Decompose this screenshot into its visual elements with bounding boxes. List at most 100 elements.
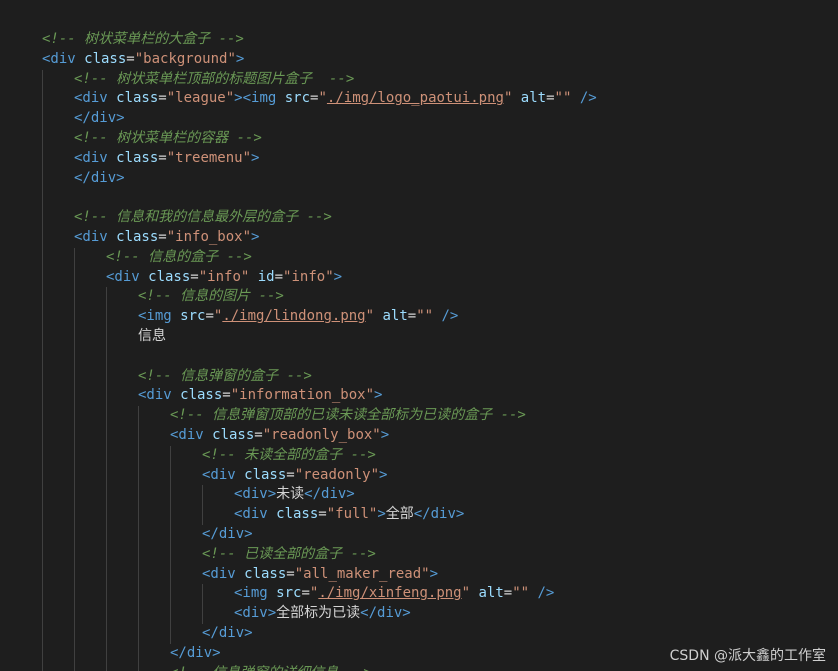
code-token: = — [158, 229, 167, 245]
code-token: <div> — [234, 486, 277, 503]
code-line[interactable]: <img src="./img/lindong.png" alt="" /> — [138, 307, 458, 327]
code-token: "treemenu" — [166, 149, 252, 166]
code-token: class — [203, 427, 255, 443]
code-token: = — [546, 90, 555, 107]
code-line[interactable]: <div class="background"> — [42, 50, 244, 70]
code-line[interactable]: <!-- 已读全部的盒子 --> — [202, 545, 376, 565]
code-token: <!-- 信息的盒子 --> — [106, 248, 252, 265]
code-token: = — [158, 90, 167, 107]
code-line[interactable]: <!-- 信息的图片 --> — [138, 287, 284, 307]
code-token: alt — [470, 585, 504, 602]
code-token: = — [318, 506, 327, 523]
code-token: <!-- 信息和我的信息最外层的盒子 --> — [74, 209, 332, 226]
code-token: > — [333, 268, 343, 285]
code-line[interactable]: <div class="readonly"> — [202, 466, 387, 486]
code-token: class — [107, 90, 159, 107]
code-line[interactable]: <!-- 信息和我的信息最外层的盒子 --> — [74, 208, 332, 228]
code-token: > — [251, 229, 260, 245]
code-token: <div — [106, 268, 140, 285]
code-token: = — [205, 308, 214, 325]
code-token: <div — [202, 466, 236, 483]
code-token: " — [461, 585, 471, 602]
code-line[interactable]: </div> — [74, 109, 125, 129]
code-token: "readonly" — [294, 466, 380, 483]
code-token: src — [276, 90, 311, 107]
code-token: class — [235, 466, 287, 483]
code-token: <!-- 信息的图片 --> — [138, 288, 284, 305]
code-editor[interactable]: <!-- 树状菜单栏的大盒子 --> <div class="background… — [0, 0, 838, 671]
code-token: <img — [138, 308, 172, 325]
indent-guide — [42, 69, 43, 671]
code-line[interactable]: </div> — [74, 169, 125, 189]
code-line[interactable]: </div> — [202, 624, 253, 644]
code-token: > — [379, 466, 388, 483]
code-token: class — [75, 50, 127, 67]
code-token: = — [254, 427, 263, 443]
code-line[interactable]: </div> — [170, 644, 221, 664]
code-token: <div — [202, 565, 236, 582]
code-line[interactable]: <!-- 信息弹窗顶部的已读未读全部标为已读的盒子 --> — [170, 406, 526, 426]
code-token: > — [429, 565, 439, 582]
code-token: = — [222, 387, 231, 404]
code-token: = — [407, 308, 417, 325]
code-line[interactable]: <div>未读</div> — [234, 485, 355, 505]
code-token: ./img/logo_paotui.png — [326, 90, 504, 107]
code-line[interactable]: <!-- 树状菜单栏的容器 --> — [74, 129, 262, 149]
code-token: > — [235, 50, 245, 67]
code-line[interactable]: <!-- 信息的盒子 --> — [106, 248, 252, 268]
code-line[interactable]: <div class="info" id="info"> — [106, 268, 342, 288]
code-token: = — [190, 268, 199, 285]
code-line[interactable]: <div>全部标为已读</div> — [234, 604, 411, 624]
code-line[interactable]: <!-- 树状菜单栏的大盒子 --> — [42, 30, 244, 50]
csdn-watermark: CSDN @派大鑫的工作室 — [669, 648, 826, 664]
code-token: <div — [42, 50, 76, 67]
code-token: src — [171, 308, 206, 325]
code-token: class — [171, 387, 223, 404]
code-token: </div> — [202, 625, 253, 641]
code-token: "info" — [283, 268, 334, 285]
code-token: = — [286, 565, 295, 582]
indent-guide — [202, 485, 203, 525]
code-line[interactable]: </div> — [202, 525, 253, 545]
code-token: </div> — [170, 644, 221, 661]
code-line[interactable]: <div class="information_box"> — [138, 386, 382, 406]
code-line[interactable]: <div class="league"><img src="./img/logo… — [74, 89, 597, 109]
code-token: <!-- 已读全部的盒子 --> — [202, 545, 376, 562]
code-line[interactable]: 信息 — [138, 327, 166, 347]
code-line[interactable]: <div class="readonly_box"> — [170, 426, 389, 446]
code-token: <!-- 未读全部的盒子 --> — [202, 446, 376, 463]
code-line[interactable]: <!-- 树状菜单栏顶部的标题图片盒子 --> — [74, 70, 354, 90]
code-token: = — [286, 466, 295, 483]
code-token: ><img — [234, 90, 277, 107]
code-token: class — [267, 506, 319, 523]
code-token: "league" — [166, 90, 235, 107]
code-token: </div> — [360, 605, 411, 622]
code-token: "" — [416, 308, 434, 325]
indent-guide — [170, 445, 171, 644]
code-line[interactable]: <!-- 未读全部的盒子 --> — [202, 446, 376, 466]
code-line[interactable]: <div class="full">全部</div> — [234, 505, 464, 525]
code-line[interactable]: <img src="./img/xinfeng.png" alt="" /> — [234, 584, 554, 604]
code-token: <!-- 树状菜单栏顶部的标题图片盒子 --> — [74, 70, 355, 87]
code-token: "background" — [134, 50, 236, 67]
code-line[interactable]: <div class="all_maker_read"> — [202, 565, 438, 585]
code-line[interactable]: <!-- 信息弹窗的详细信息 --> — [170, 664, 372, 671]
code-token: " — [318, 90, 327, 107]
code-token: class — [107, 149, 159, 166]
code-token: > — [380, 427, 390, 443]
code-token: <div — [138, 387, 172, 404]
code-token: </div> — [74, 169, 125, 186]
code-token: ./img/xinfeng.png — [318, 585, 462, 602]
code-line[interactable]: <!-- 信息弹窗的盒子 --> — [138, 367, 312, 387]
code-line[interactable]: <div class="treemenu"> — [74, 149, 259, 169]
indent-guide — [138, 406, 139, 671]
code-token: </div> — [202, 526, 253, 542]
code-token: <!-- 信息弹窗的详细信息 --> — [170, 665, 372, 671]
code-token: /> — [433, 308, 459, 325]
code-token: <!-- 信息弹窗的盒子 --> — [138, 367, 312, 384]
code-token: src — [267, 585, 302, 602]
code-line[interactable]: <div class="info_box"> — [74, 228, 259, 248]
code-token: class — [139, 268, 191, 285]
indent-guide — [106, 287, 107, 671]
code-token: "" — [554, 90, 572, 107]
